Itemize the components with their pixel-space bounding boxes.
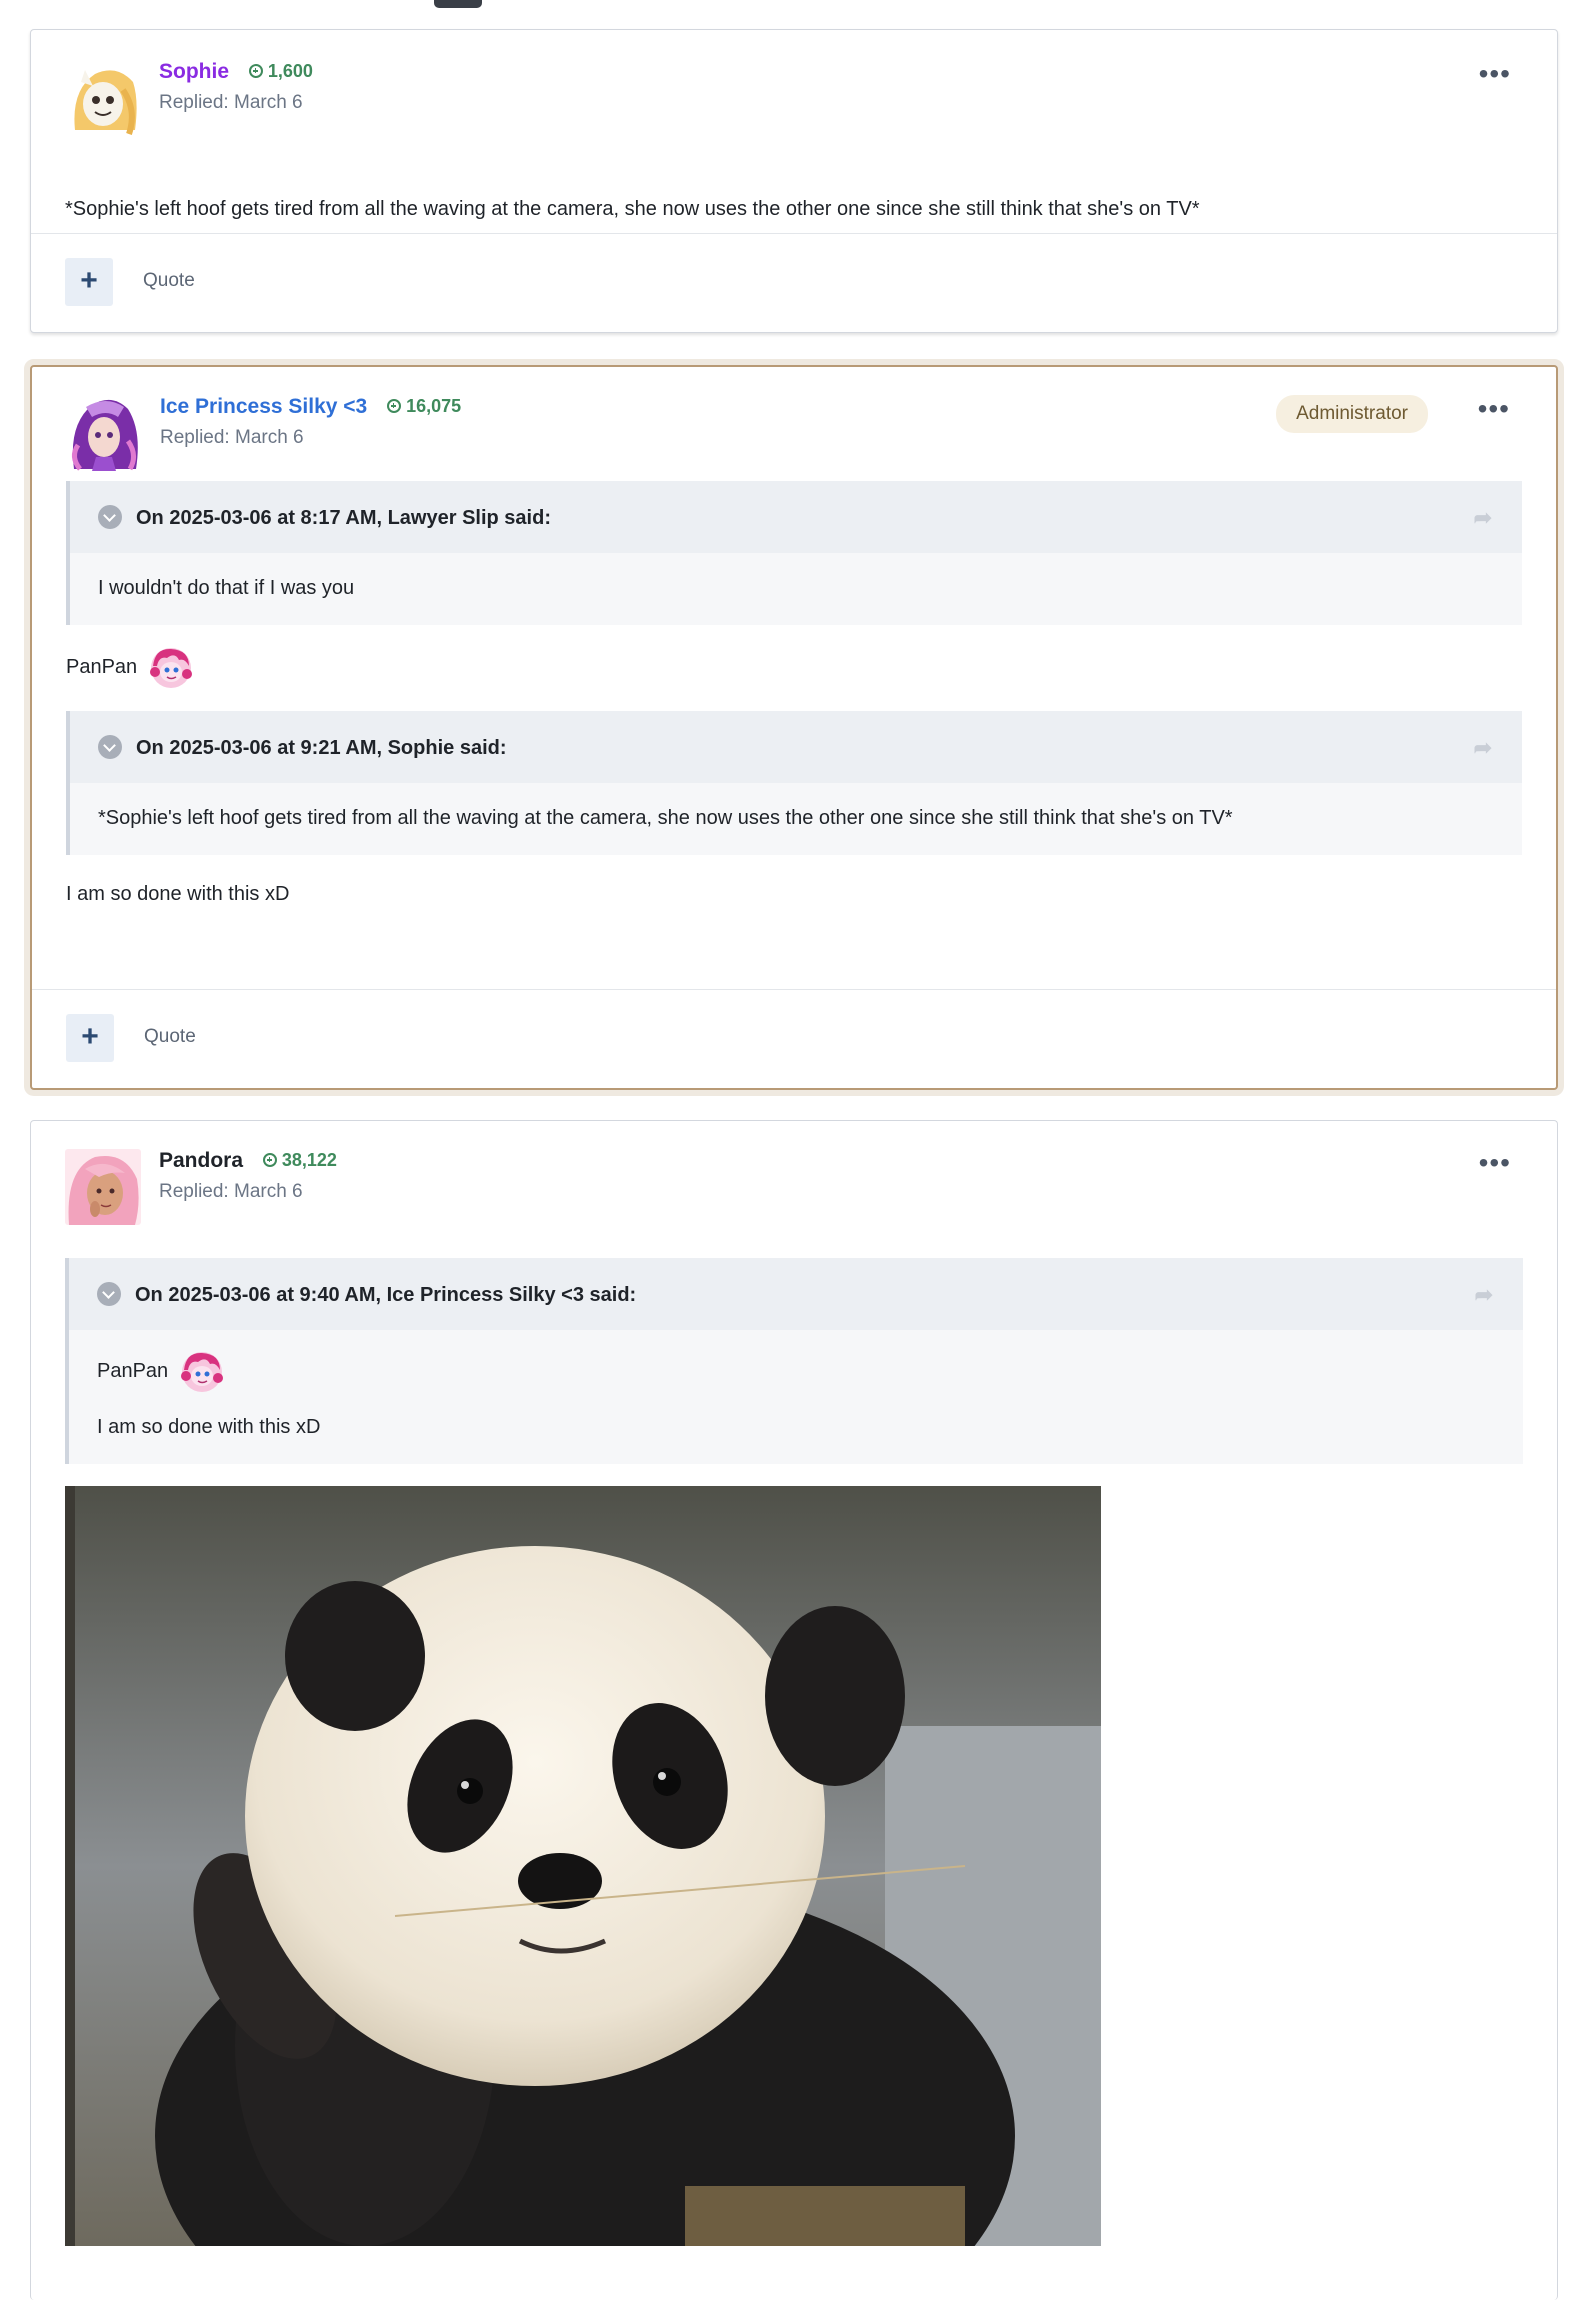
panda-photo[interactable] xyxy=(65,1486,1101,2246)
quote-header: On 2025-03-06 at 9:21 AM, Sophie said: ➦ xyxy=(70,711,1522,783)
post-sophie: Sophie 1,600 Replied: March 6 ••• *Sophi… xyxy=(30,29,1558,333)
post-header: Ice Princess Silky <3 16,075 Replied: Ma… xyxy=(32,367,1556,479)
author-name[interactable]: Ice Princess Silky <3 16,075 xyxy=(160,395,461,419)
chevron-down-icon[interactable] xyxy=(98,735,122,759)
plus-circle-icon xyxy=(262,1153,277,1167)
author-name[interactable]: Sophie 1,600 xyxy=(159,60,313,84)
chevron-down-icon[interactable] xyxy=(97,1282,121,1306)
avatar[interactable] xyxy=(66,395,142,471)
post-footer: + Quote xyxy=(31,233,1557,332)
quote-button[interactable]: Quote xyxy=(143,270,195,292)
chevron-down-icon[interactable] xyxy=(98,505,122,529)
reputation-value: 38,122 xyxy=(281,1149,337,1170)
top-tab-edge xyxy=(434,0,482,8)
ellipsis-icon[interactable]: ••• xyxy=(1479,1149,1511,1177)
post-header: Sophie 1,600 Replied: March 6 ••• xyxy=(31,30,1557,142)
reputation-badge: 16,075 xyxy=(387,396,461,417)
post-footer: + Quote xyxy=(32,989,1556,1088)
reaction-button[interactable]: + xyxy=(65,258,113,306)
reputation-value: 1,600 xyxy=(267,60,313,81)
author-label[interactable]: Sophie xyxy=(159,60,229,83)
author-name[interactable]: Pandora 38,122 xyxy=(159,1149,337,1173)
quote-text: I am so done with this xD xyxy=(97,1416,321,1438)
post-header: Pandora 38,122 Replied: March 6 ••• xyxy=(31,1121,1557,1233)
quote-citation[interactable]: On 2025-03-06 at 9:21 AM, Sophie said: xyxy=(136,733,507,763)
blockquote: On 2025-03-06 at 9:21 AM, Sophie said: ➦… xyxy=(66,711,1522,855)
quote-content: I wouldn't do that if I was you xyxy=(70,553,1522,625)
post-pandora: Pandora 38,122 Replied: March 6 ••• On 2… xyxy=(30,1120,1558,2300)
post-ice-princess-silky: Ice Princess Silky <3 16,075 Replied: Ma… xyxy=(30,365,1558,1090)
reputation-value: 16,075 xyxy=(406,395,462,416)
quote-citation[interactable]: On 2025-03-06 at 8:17 AM, Lawyer Slip sa… xyxy=(136,503,551,533)
plus-circle-icon xyxy=(387,399,402,413)
quote-line-text: PanPan xyxy=(97,1360,169,1382)
quote-header: On 2025-03-06 at 8:17 AM, Lawyer Slip sa… xyxy=(70,481,1522,553)
reply-date: Replied: March 6 xyxy=(160,427,304,448)
reputation-badge: 38,122 xyxy=(262,1149,337,1171)
quote-content: PanPan I am so done with this xD xyxy=(69,1330,1523,1464)
quote-text: *Sophie's left hoof gets tired from all … xyxy=(98,807,1233,829)
ellipsis-icon[interactable]: ••• xyxy=(1478,395,1510,423)
quote-content: *Sophie's left hoof gets tired from all … xyxy=(70,783,1522,855)
share-arrow-icon[interactable]: ➦ xyxy=(1474,733,1492,763)
blockquote: On 2025-03-06 at 8:17 AM, Lawyer Slip sa… xyxy=(66,481,1522,625)
quote-text: I wouldn't do that if I was you xyxy=(98,577,355,599)
reply-date: Replied: March 6 xyxy=(159,1181,303,1202)
reply-date: Replied: March 6 xyxy=(159,92,303,113)
quote-citation[interactable]: On 2025-03-06 at 9:40 AM, Ice Princess S… xyxy=(135,1280,636,1310)
post-content: On 2025-03-06 at 8:17 AM, Lawyer Slip sa… xyxy=(32,481,1556,909)
post-content: *Sophie's left hoof gets tired from all … xyxy=(31,194,1557,224)
ellipsis-icon[interactable]: ••• xyxy=(1479,60,1511,88)
author-label[interactable]: Pandora xyxy=(159,1149,243,1172)
blockquote: On 2025-03-06 at 9:40 AM, Ice Princess S… xyxy=(65,1258,1523,1464)
role-badge: Administrator xyxy=(1276,395,1428,433)
post-line-text: PanPan xyxy=(66,656,138,678)
post-text: *Sophie's left hoof gets tired from all … xyxy=(65,198,1200,220)
plus-circle-icon xyxy=(248,64,263,78)
post-line: I am so done with this xD xyxy=(66,883,290,905)
reaction-button[interactable]: + xyxy=(66,1014,114,1062)
avatar[interactable] xyxy=(65,60,141,136)
author-label[interactable]: Ice Princess Silky <3 xyxy=(160,395,367,418)
pinkie-pie-emoji-icon xyxy=(149,647,192,688)
reputation-badge: 1,600 xyxy=(248,60,313,82)
pinkie-pie-emoji-icon xyxy=(180,1351,223,1392)
share-arrow-icon[interactable]: ➦ xyxy=(1475,1280,1493,1310)
quote-button[interactable]: Quote xyxy=(144,1026,196,1048)
share-arrow-icon[interactable]: ➦ xyxy=(1474,503,1492,533)
post-line: PanPan xyxy=(66,643,1522,691)
quote-header: On 2025-03-06 at 9:40 AM, Ice Princess S… xyxy=(69,1258,1523,1330)
quote-line: PanPan xyxy=(97,1348,1495,1394)
post-content: On 2025-03-06 at 9:40 AM, Ice Princess S… xyxy=(31,1258,1557,2246)
avatar[interactable] xyxy=(65,1149,141,1225)
